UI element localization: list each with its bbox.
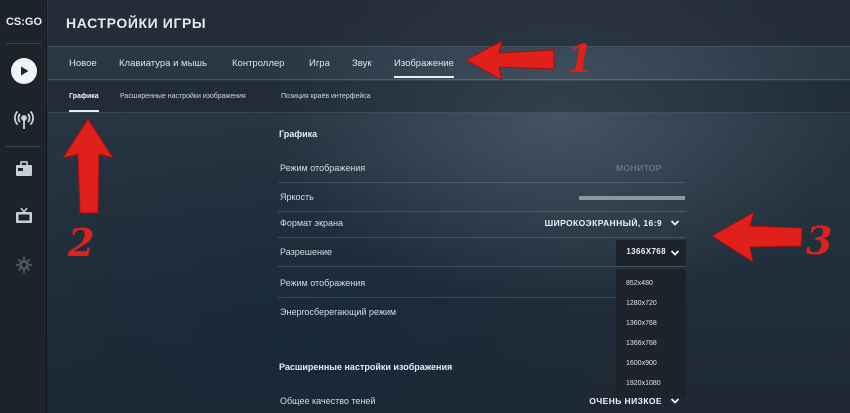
sidebar-item-play[interactable] bbox=[0, 57, 47, 85]
tab-video[interactable]: Изображение bbox=[394, 58, 454, 78]
dropdown-option[interactable]: 852x480 bbox=[626, 280, 653, 287]
dropdown-option[interactable]: 1280x720 bbox=[626, 300, 657, 307]
setting-label: Энергосберегающий режим bbox=[280, 307, 397, 317]
resolution-dropdown: 852x480 1280x720 1360x768 1366x768 1600x… bbox=[616, 269, 686, 398]
brightness-slider[interactable] bbox=[579, 196, 685, 200]
sidebar-divider bbox=[6, 43, 41, 44]
section-title-graphics: Графика bbox=[279, 129, 318, 139]
chevron-down-icon bbox=[670, 250, 680, 256]
tab-keyboard-mouse[interactable]: Клавиатура и мышь bbox=[119, 58, 207, 69]
annotation-number-3: 3 bbox=[806, 218, 833, 263]
sidebar: CS:GO bbox=[0, 0, 47, 413]
sidebar-item-settings[interactable] bbox=[0, 253, 47, 277]
resolution-select[interactable]: 1366X768 bbox=[616, 240, 686, 266]
dropdown-option[interactable]: 1360x768 bbox=[626, 320, 657, 327]
broadcast-icon bbox=[13, 110, 34, 129]
csgo-logo: CS:GO bbox=[5, 16, 43, 28]
subtab-hud-edge-position[interactable]: Позиция краёв интерфейса bbox=[281, 93, 371, 100]
tab-game[interactable]: Игра bbox=[309, 58, 330, 69]
setting-row-resolution: Разрешение 1366X768 bbox=[278, 238, 686, 267]
annotation-number-2: 2 bbox=[68, 220, 95, 265]
annotation-arrow-left-icon bbox=[464, 40, 555, 81]
tab-new[interactable]: Новое bbox=[69, 58, 97, 69]
dropdown-option[interactable]: 1366x768 bbox=[626, 340, 657, 347]
dropdown-option[interactable]: 1600x900 bbox=[626, 360, 657, 367]
main-tabs: Новое Клавиатура и мышь Контроллер Игра … bbox=[48, 48, 850, 80]
setting-label: Яркость bbox=[280, 192, 314, 202]
gear-icon bbox=[15, 257, 32, 273]
annotation-number-1: 1 bbox=[567, 36, 594, 81]
briefcase-icon bbox=[15, 161, 32, 176]
section-title-advanced: Расширенные настройки изображения bbox=[279, 362, 453, 372]
sub-tabs: Графика Расширенные настройки изображени… bbox=[48, 81, 850, 113]
header: НАСТРОЙКИ ИГРЫ bbox=[48, 0, 850, 47]
setting-label: Разрешение bbox=[280, 247, 332, 257]
sidebar-item-watch[interactable] bbox=[0, 204, 47, 228]
tab-controller[interactable]: Контроллер bbox=[232, 58, 284, 69]
subtab-advanced-video[interactable]: Расширенные настройки изображения bbox=[120, 93, 246, 100]
tab-sound[interactable]: Звук bbox=[352, 58, 371, 69]
tv-icon bbox=[15, 207, 32, 223]
setting-label: Режим отображения bbox=[280, 278, 366, 288]
sidebar-item-inventory[interactable] bbox=[0, 157, 47, 181]
play-icon bbox=[10, 58, 37, 84]
sidebar-divider bbox=[6, 146, 41, 147]
setting-label: Режим отображения bbox=[280, 163, 366, 173]
setting-label: Общее качество теней bbox=[280, 396, 376, 406]
setting-row-brightness: Яркость bbox=[278, 183, 686, 212]
setting-row-aspect-ratio[interactable]: Формат экрана ШИРОКОЭКРАННЫЙ, 16:9 bbox=[278, 209, 686, 238]
setting-label: Формат экрана bbox=[280, 218, 343, 228]
dropdown-option[interactable]: 1920x1080 bbox=[626, 380, 661, 387]
annotation-arrow-up-icon bbox=[61, 118, 115, 214]
annotation-arrow-left-icon bbox=[711, 210, 803, 264]
subtab-graphics[interactable]: Графика bbox=[69, 93, 99, 112]
page-title: НАСТРОЙКИ ИГРЫ bbox=[66, 15, 207, 31]
chevron-down-icon bbox=[670, 220, 680, 226]
setting-value: ШИРОКОЭКРАННЫЙ, 16:9 bbox=[544, 218, 662, 228]
sidebar-item-broadcast[interactable] bbox=[0, 107, 47, 133]
chevron-down-icon bbox=[670, 398, 680, 404]
setting-value: 1366X768 bbox=[626, 247, 666, 256]
setting-value: МОНИТОР bbox=[616, 163, 662, 173]
setting-row-display-mode: Режим отображения МОНИТОР bbox=[278, 154, 686, 183]
